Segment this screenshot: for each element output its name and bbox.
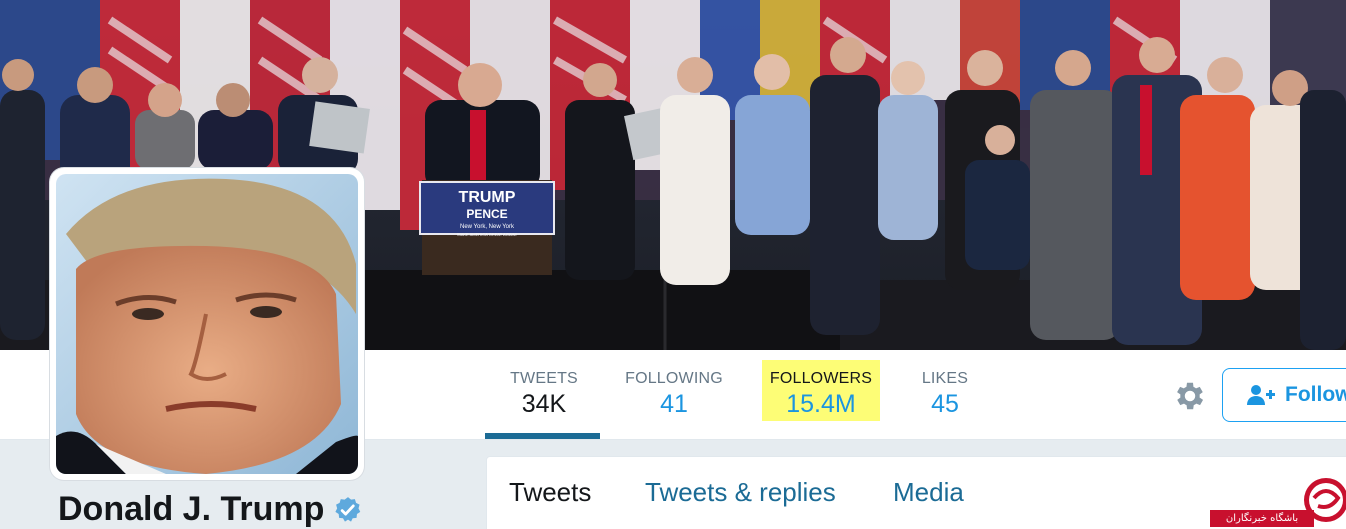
stat-followers[interactable]: FOLLOWERS 15.4M	[762, 360, 880, 421]
follow-button-label: Follow	[1285, 383, 1346, 406]
stat-likes-value: 45	[931, 390, 959, 418]
watermark-text: باشگاه خبرنگاران	[1210, 510, 1314, 527]
profile-name[interactable]: Donald J. Trump	[58, 490, 324, 529]
stat-tweets[interactable]: TWEETS 34K	[497, 360, 591, 422]
podium-slogan-text: MAKE AMERICA GREAT AGAIN!	[457, 232, 516, 237]
podium-pence-text: PENCE	[466, 207, 507, 221]
profile-name-row: Donald J. Trump	[58, 490, 362, 529]
stat-following-value: 41	[660, 390, 688, 418]
gear-icon[interactable]	[1172, 378, 1208, 414]
add-user-icon	[1247, 385, 1275, 405]
stat-following[interactable]: FOLLOWING 41	[612, 360, 736, 422]
stat-followers-label: FOLLOWERS	[769, 370, 873, 387]
tab-tweets[interactable]: Tweets	[509, 477, 591, 508]
verified-badge-icon	[335, 496, 361, 522]
active-tab-underline	[485, 433, 600, 439]
tab-tweets-replies[interactable]: Tweets & replies	[645, 477, 836, 508]
stat-likes[interactable]: LIKES 45	[912, 360, 978, 422]
stat-likes-label: LIKES	[921, 370, 969, 387]
avatar-photo	[56, 174, 358, 474]
stat-followers-value: 15.4M	[786, 390, 856, 418]
stat-tweets-label: TWEETS	[510, 370, 578, 387]
tab-media[interactable]: Media	[893, 477, 964, 508]
stat-following-label: FOLLOWING	[625, 370, 723, 387]
stat-tweets-value: 34K	[521, 390, 567, 418]
podium-location-text: New York, New York	[460, 224, 515, 230]
follow-button[interactable]: Follow	[1222, 368, 1346, 422]
podium-trump-text: TRUMP	[459, 189, 516, 206]
avatar[interactable]	[50, 168, 364, 480]
